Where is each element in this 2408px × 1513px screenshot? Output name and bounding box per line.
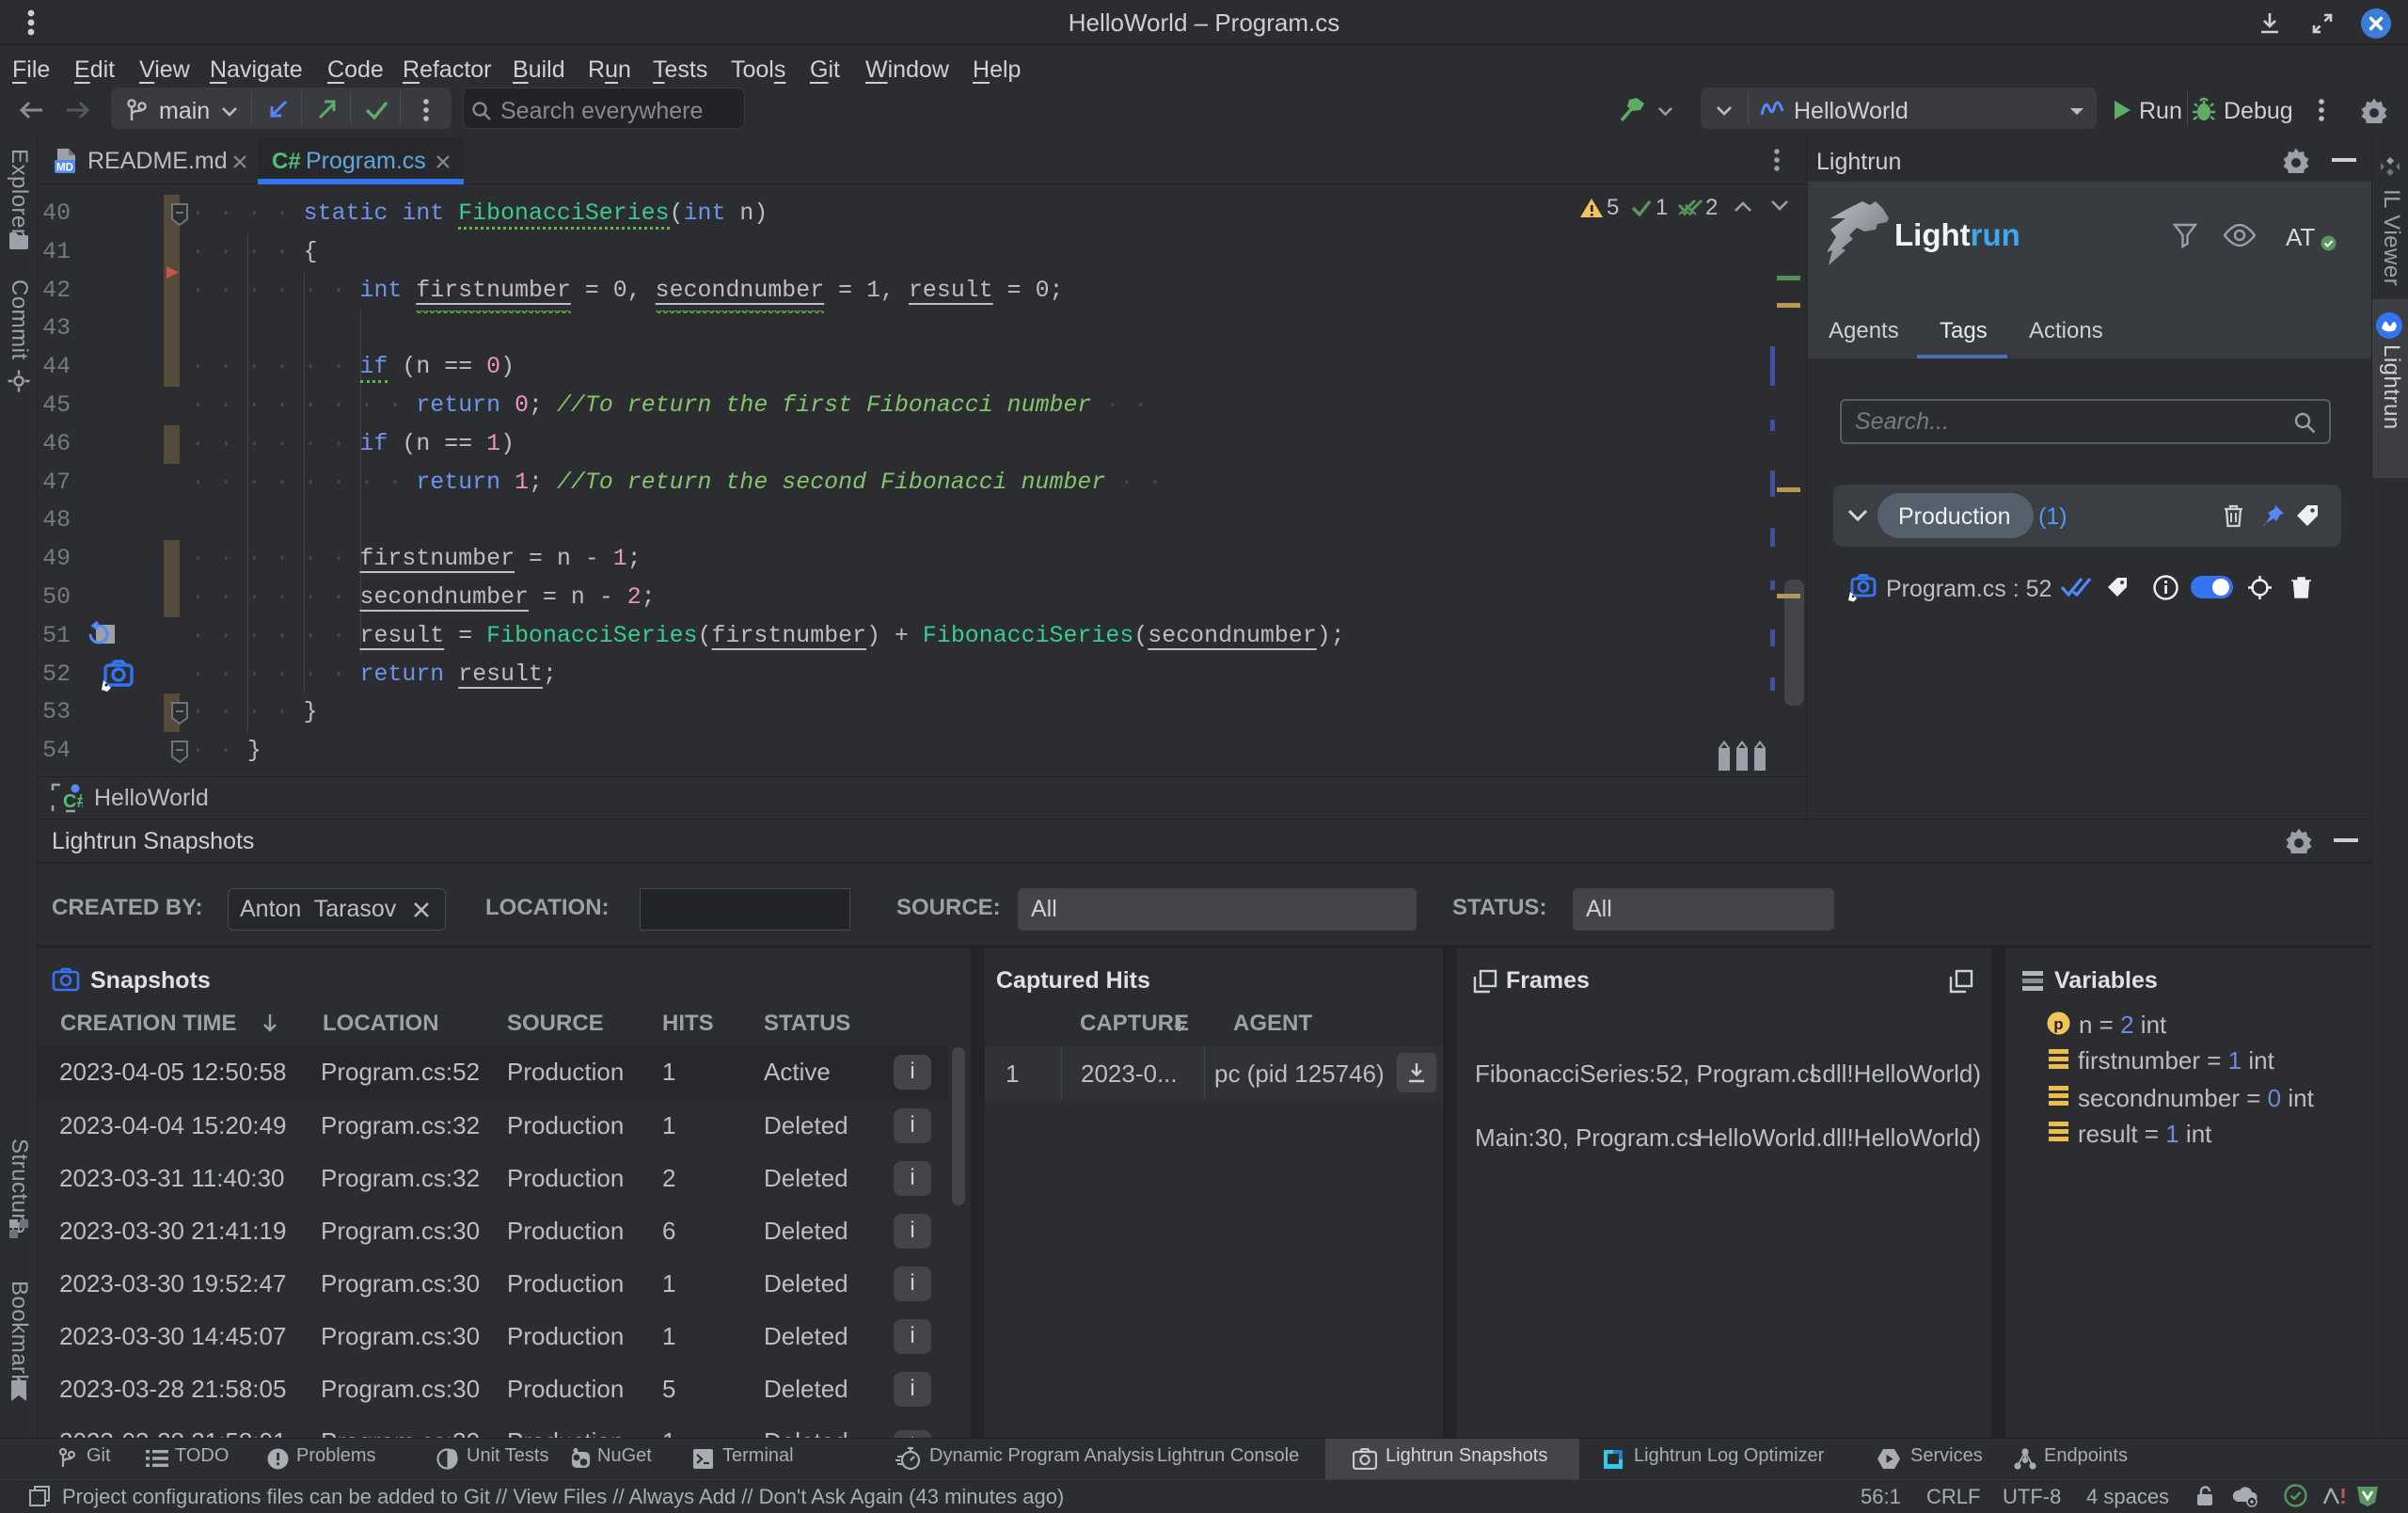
svg-text:C#: C#	[63, 791, 83, 812]
svg-text:p: p	[2053, 1015, 2063, 1033]
svg-text:MD: MD	[56, 163, 73, 174]
